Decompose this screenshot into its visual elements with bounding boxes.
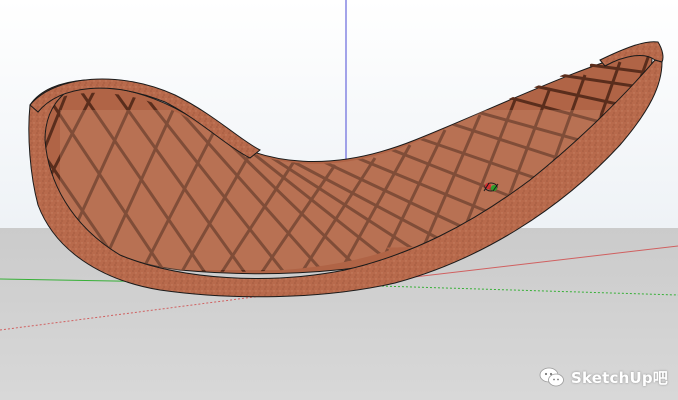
watermark-text: SketchUp吧 (570, 368, 668, 387)
wechat-icon (539, 367, 564, 387)
sketchup-viewport[interactable]: SketchUp吧 (0, 0, 678, 400)
watermark: SketchUp吧 (539, 366, 668, 388)
model-canvas[interactable] (0, 0, 678, 400)
